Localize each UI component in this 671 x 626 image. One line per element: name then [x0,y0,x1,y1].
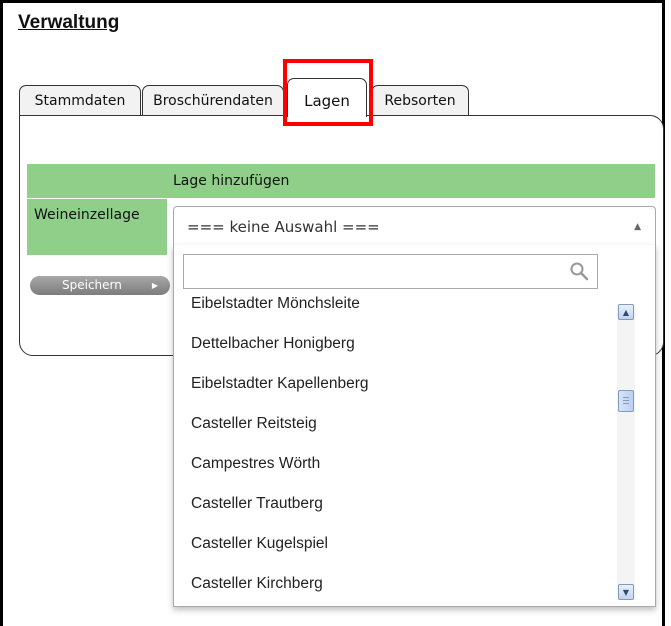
search-box [183,254,598,289]
scrollbar-thumb[interactable] [618,390,634,412]
tab-label: Broschürendaten [153,93,273,109]
tab-label: Stammdaten [34,93,126,109]
tab-broschuerendaten[interactable]: Broschürendaten [142,85,284,116]
weineinzellage-select[interactable]: === keine Auswahl === ▲ [173,206,656,246]
highlight-annotation [283,59,373,126]
page-title: Verwaltung [18,12,120,33]
option-list: Eibelstadter Mönchsleite Dettelbacher Ho… [174,289,614,607]
chevron-up-icon: ▲ [634,222,641,232]
list-item[interactable]: Eibelstadter Mönchsleite [191,295,360,313]
save-button-label: Speichern [62,278,122,292]
tab-rebsorten[interactable]: Rebsorten [371,85,469,116]
list-item[interactable]: Casteller Reitsteig [191,415,317,433]
list-item[interactable]: Casteller Kugelspiel [191,535,328,553]
section-header: Lage hinzufügen [27,164,655,198]
triangle-right-icon: ▶ [151,281,158,290]
list-item[interactable]: Casteller Trautberg [191,495,323,513]
tab-label: Rebsorten [384,93,456,109]
list-item[interactable]: Casteller Kirchberg [191,575,323,593]
save-button[interactable]: Speichern ▶ [30,276,170,295]
search-icon [570,262,589,281]
list-item[interactable]: Dettelbacher Honigberg [191,335,355,353]
search-input[interactable] [184,255,564,288]
field-label: Weineinzellage [27,199,167,255]
scroll-up-icon[interactable]: ▲ [618,304,634,320]
select-dropdown: Eibelstadter Mönchsleite Dettelbacher Ho… [173,245,656,607]
scroll-down-icon[interactable]: ▼ [618,584,634,600]
select-value: === keine Auswahl === [187,218,380,236]
tab-stammdaten[interactable]: Stammdaten [19,85,141,116]
list-item[interactable]: Eibelstadter Kapellenberg [191,375,369,393]
scrollbar[interactable]: ▲ ▼ [617,304,635,600]
list-item[interactable]: Campestres Wörth [191,455,320,473]
